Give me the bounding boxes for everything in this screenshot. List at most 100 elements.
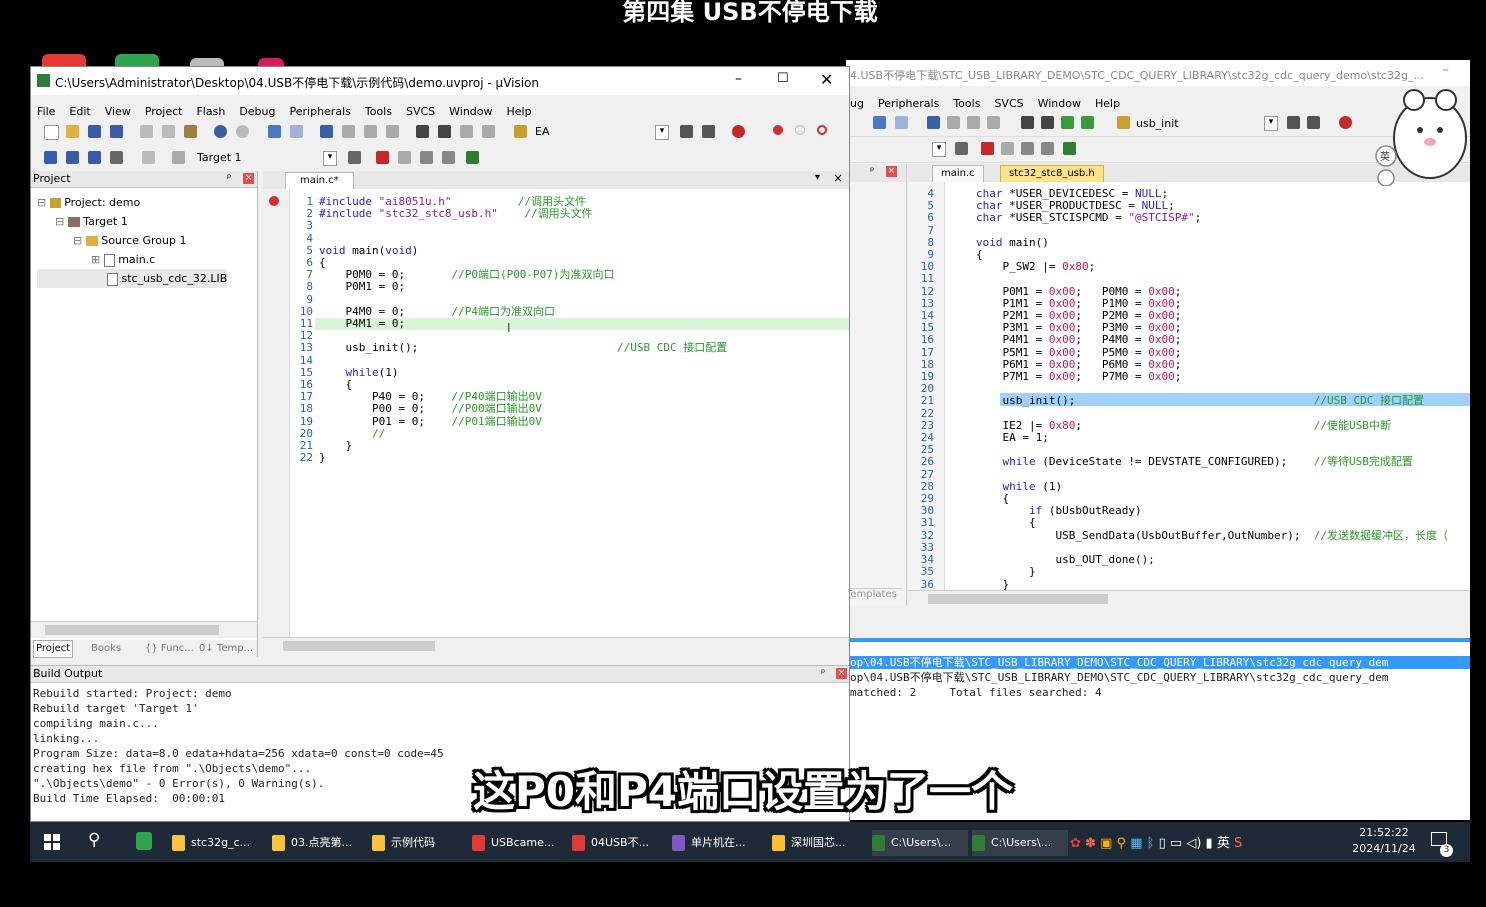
pin-icon[interactable]: ᵖ bbox=[227, 171, 231, 187]
chevron-down-icon[interactable]: ▾ bbox=[932, 142, 946, 157]
input-language[interactable]: 英 bbox=[1217, 836, 1230, 851]
tree-item-target[interactable]: ⊟ Target 1 bbox=[37, 212, 227, 231]
batch-build-icon[interactable] bbox=[110, 151, 123, 164]
code-line[interactable]: usb_init(); //USB CDC 接口配置 bbox=[319, 342, 727, 354]
tools-icon[interactable] bbox=[1307, 116, 1320, 129]
tools-icon[interactable] bbox=[702, 125, 715, 138]
ime-icon[interactable]: S bbox=[1234, 836, 1242, 851]
books-icon[interactable] bbox=[398, 151, 411, 164]
menu-item[interactable]: Project bbox=[145, 105, 183, 118]
breakpoint-icon[interactable] bbox=[773, 125, 783, 135]
menu-item[interactable]: Tools bbox=[953, 97, 980, 110]
minimize-icon[interactable]: – bbox=[1442, 62, 1449, 78]
manage-icon[interactable] bbox=[981, 142, 994, 155]
back-icon[interactable] bbox=[873, 116, 886, 129]
indent-icon[interactable] bbox=[416, 125, 429, 138]
breakpoint-marker-icon[interactable] bbox=[269, 196, 279, 206]
back-icon[interactable] bbox=[268, 125, 281, 138]
bookmark-next-icon[interactable] bbox=[364, 125, 377, 138]
tab-main-c-modified[interactable]: main.c* bbox=[285, 172, 354, 190]
download-icon[interactable] bbox=[466, 151, 479, 164]
menu-item[interactable]: Window bbox=[1038, 97, 1081, 110]
chevron-down-icon[interactable]: ▾ bbox=[1264, 116, 1278, 131]
close-icon[interactable]: × bbox=[833, 171, 843, 185]
find-icon[interactable] bbox=[1287, 116, 1300, 129]
battery-icon[interactable]: ▯ bbox=[1159, 836, 1166, 851]
wechat-app-icon[interactable] bbox=[136, 832, 152, 850]
save-all-icon[interactable] bbox=[110, 125, 123, 138]
code-line[interactable]: void main() bbox=[976, 236, 1448, 249]
bookmark-prev-icon[interactable] bbox=[342, 125, 355, 138]
breakpoint-disable-icon[interactable] bbox=[795, 125, 805, 135]
diamond-icon[interactable] bbox=[420, 151, 433, 164]
tray-app-icon[interactable]: ▣ bbox=[1100, 836, 1112, 851]
right-h-scrollbar[interactable] bbox=[908, 590, 1470, 607]
options-wand-icon[interactable] bbox=[348, 151, 361, 164]
stop-build-icon[interactable] bbox=[142, 151, 155, 164]
tray-app-icon[interactable]: ✽ bbox=[1085, 836, 1096, 851]
pin-icon[interactable]: ᵖ bbox=[870, 166, 874, 177]
code-line[interactable]: while (1) bbox=[976, 480, 1448, 493]
bookmark-icon[interactable] bbox=[320, 125, 333, 138]
code-line[interactable] bbox=[319, 233, 727, 245]
books-icon[interactable] bbox=[1001, 142, 1014, 155]
code-line[interactable]: #include "stc32_stc8_usb.h" //调用头文件 bbox=[319, 208, 727, 220]
code-line[interactable]: P_SW2 |= 0x80; bbox=[976, 261, 1448, 273]
menu-item[interactable]: Help bbox=[1095, 97, 1120, 110]
code-line[interactable]: while(1) bbox=[319, 366, 727, 379]
menu-item[interactable]: ug bbox=[850, 97, 864, 110]
paste-icon[interactable] bbox=[184, 125, 197, 138]
find-result-1[interactable]: op\04.USB不停电下载\STC_USB_LIBRARY_DEMO\STC_… bbox=[850, 656, 1470, 669]
open-folder-icon[interactable] bbox=[66, 125, 79, 138]
unindent-icon[interactable] bbox=[438, 125, 451, 138]
templates-tab[interactable]: Templates bbox=[846, 588, 902, 605]
left-find-combo[interactable]: EA bbox=[535, 124, 655, 140]
save-icon[interactable] bbox=[88, 125, 101, 138]
right-code-editor[interactable]: 4 5 6 7 8 9 10 11 12 13 14 15 16 17 18 19 20 21 22 23 24 25 26… bbox=[908, 182, 1470, 590]
close-icon[interactable]: × bbox=[243, 173, 254, 184]
diamond-icon[interactable] bbox=[1021, 142, 1034, 155]
tree-item-project[interactable]: ⊟ Project: demo bbox=[37, 193, 227, 212]
rebuild-icon[interactable] bbox=[88, 151, 101, 164]
code-line[interactable]: void main(void) bbox=[319, 244, 727, 257]
redo-icon[interactable] bbox=[236, 125, 249, 138]
find-result-2[interactable]: op\04.USB不停电下载\STC_USB_LIBRARY_DEMO\STC_… bbox=[850, 671, 1388, 684]
undo-icon[interactable] bbox=[214, 125, 227, 138]
menu-item[interactable]: SVCS bbox=[406, 105, 435, 118]
close-icon[interactable]: × bbox=[886, 166, 897, 177]
code-line[interactable]: USB_SendData(UsbOutBuffer,OutNumber); //… bbox=[976, 529, 1448, 542]
comment-icon[interactable] bbox=[1061, 116, 1074, 129]
tab-books[interactable]: Books bbox=[91, 640, 121, 658]
tray-app-icon[interactable]: ▦ bbox=[1130, 836, 1142, 851]
tab-functions[interactable]: {} Func... bbox=[145, 640, 194, 658]
menu-item[interactable]: Flash bbox=[196, 105, 225, 118]
code-line[interactable]: P4M1 = 0; bbox=[319, 317, 727, 330]
chevron-down-icon[interactable]: ▾ bbox=[815, 172, 820, 183]
tab-main-c[interactable]: main.c bbox=[932, 165, 984, 183]
menu-item[interactable]: Window bbox=[449, 105, 492, 118]
indent-icon[interactable] bbox=[1021, 116, 1034, 129]
menu-item[interactable]: Help bbox=[507, 105, 532, 118]
code-line[interactable]: P4M1 = 0x00; P4M0 = 0x00; bbox=[976, 334, 1448, 346]
translate-icon[interactable] bbox=[44, 151, 57, 164]
code-line[interactable]: } bbox=[976, 578, 1448, 591]
chevron-down-icon[interactable]: ▾ bbox=[655, 125, 669, 140]
code-line[interactable]: usb_OUT_done(); bbox=[976, 553, 1448, 566]
download-icon[interactable] bbox=[1063, 142, 1076, 155]
code-line[interactable]: P5M1 = 0x00; P5M0 = 0x00; bbox=[976, 346, 1448, 359]
code-line[interactable]: if (bUsbOutReady) bbox=[976, 505, 1448, 517]
taskbar-item[interactable]: 深圳国芯... bbox=[772, 830, 868, 856]
forward-icon[interactable] bbox=[290, 125, 303, 138]
taskbar-item[interactable]: C:\Users\... bbox=[972, 830, 1068, 856]
menu-item[interactable]: File bbox=[37, 105, 55, 118]
tab-project[interactable]: Project bbox=[33, 640, 74, 658]
new-file-icon[interactable] bbox=[44, 125, 59, 140]
code-line[interactable]: usb_init(); //USB CDC 接口配置 bbox=[976, 395, 1448, 407]
close-button[interactable]: ✕ bbox=[820, 70, 833, 89]
wand-icon[interactable] bbox=[955, 142, 968, 155]
taskbar-item[interactable]: USBcame... bbox=[472, 830, 568, 856]
forward-icon[interactable] bbox=[895, 116, 908, 129]
breakpoint-kill-icon[interactable] bbox=[817, 125, 827, 135]
comment-icon[interactable] bbox=[460, 125, 473, 138]
taskbar-item[interactable]: 04USB不... bbox=[572, 830, 668, 856]
